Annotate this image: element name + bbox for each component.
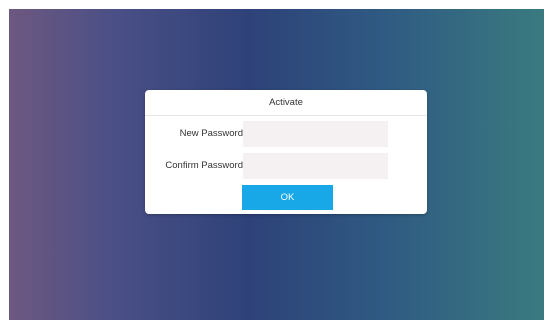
ok-button[interactable]: OK — [242, 185, 333, 210]
confirm-password-row: Confirm Password — [145, 153, 427, 179]
confirm-password-label: Confirm Password — [165, 160, 243, 171]
dialog-title: Activate — [145, 90, 427, 116]
new-password-row: New Password — [145, 121, 427, 147]
activation-screen: Activate New Password Confirm Password O… — [9, 9, 544, 320]
activate-dialog: Activate New Password Confirm Password O… — [145, 90, 427, 214]
confirm-password-field[interactable] — [243, 153, 388, 179]
new-password-field[interactable] — [243, 121, 388, 147]
new-password-label: New Password — [179, 128, 243, 139]
